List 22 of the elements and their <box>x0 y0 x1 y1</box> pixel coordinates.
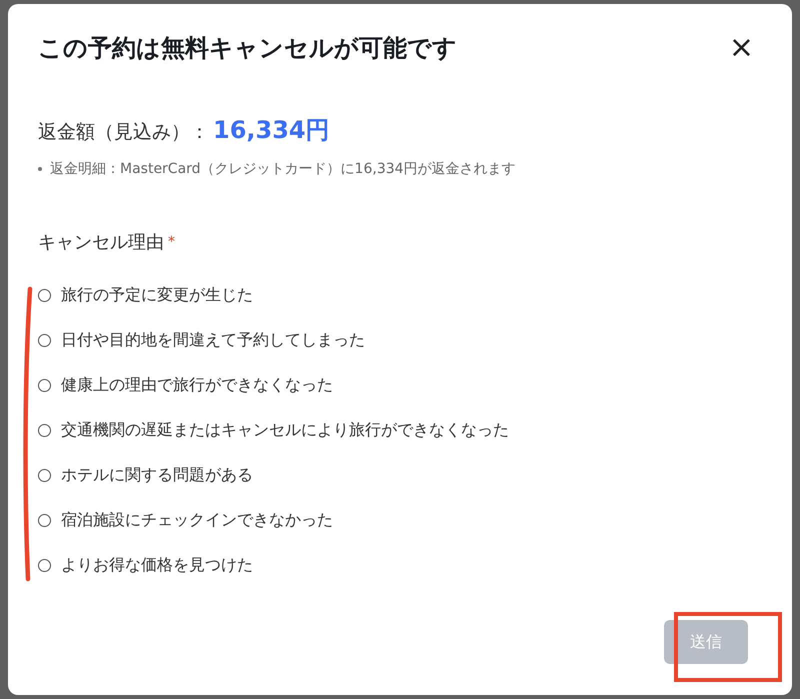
reason-option[interactable]: 日付や目的地を間違えて予約してしまった <box>61 327 365 353</box>
radio-button[interactable] <box>38 424 51 436</box>
radio-button[interactable] <box>38 288 51 302</box>
reason-option[interactable]: 交通機関の遅延またはキャンセルにより旅行ができなくなった <box>61 417 509 443</box>
radio-button[interactable] <box>38 558 51 572</box>
reason-option[interactable]: 宿泊施設にチェックインできなかった <box>61 507 333 533</box>
refund-label: 返金額（見込み）： <box>38 120 209 145</box>
radio-button[interactable] <box>38 468 51 482</box>
refund-amount: 16,334円 <box>213 115 330 146</box>
reason-option[interactable]: よりお得な価格を見つけた <box>61 552 253 578</box>
reason-option[interactable]: 旅行の予定に変更が生じた <box>61 282 253 308</box>
radio-button[interactable] <box>38 378 51 392</box>
required-mark: * <box>168 234 175 250</box>
close-button[interactable]: × <box>724 33 758 63</box>
refund-detail: 返金明細：MasterCard（クレジットカード）に16,334円が返金されます <box>50 160 516 178</box>
bullet-icon <box>38 167 42 171</box>
reason-option[interactable]: ホテルに関する問題がある <box>61 462 253 488</box>
radio-button[interactable] <box>38 334 51 346</box>
reason-option[interactable]: 健康上の理由で旅行ができなくなった <box>61 372 333 398</box>
reason-label: キャンセル理由 <box>38 231 164 254</box>
dialog-title: この予約は無料キャンセルが可能です <box>38 33 457 64</box>
radio-button[interactable] <box>38 514 51 526</box>
